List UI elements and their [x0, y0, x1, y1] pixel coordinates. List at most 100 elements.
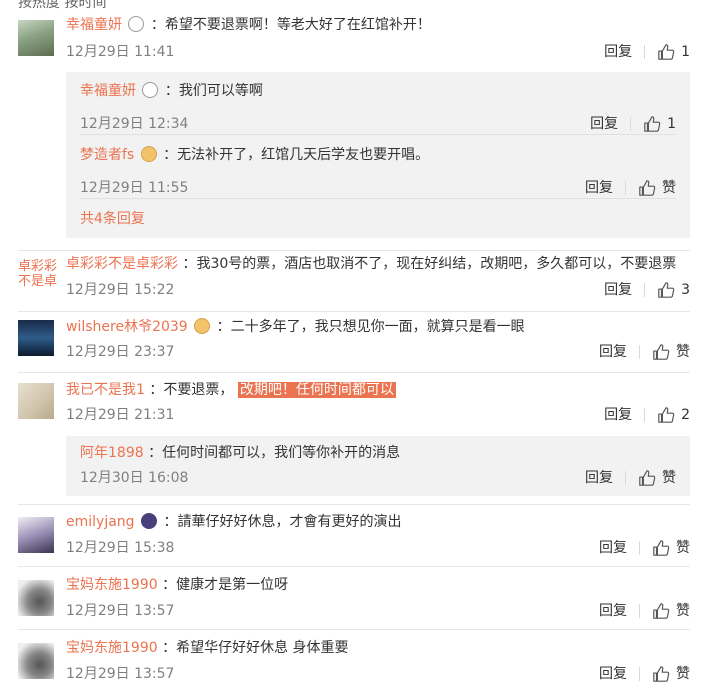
reply-button[interactable]: 回复 — [604, 405, 632, 425]
like-button[interactable]: 赞 — [652, 342, 690, 362]
divider — [644, 45, 646, 59]
medal-badge-icon — [140, 146, 157, 162]
comment-text: ：二十多年了，我只想见你一面，就算只是看一眼 — [216, 319, 525, 335]
reply-text: ：任何时间都可以，我们等你补开的消息 — [148, 445, 401, 461]
like-label: 赞 — [676, 344, 690, 360]
like-count: 1 — [681, 44, 690, 60]
divider — [625, 181, 626, 195]
reply-button[interactable]: 回复 — [599, 664, 627, 684]
thumbs-up-icon — [652, 539, 670, 557]
like-button[interactable]: 赞 — [638, 468, 676, 488]
thumbs-up-icon — [657, 43, 675, 61]
reply-divider — [80, 198, 676, 199]
comment-divider — [18, 250, 690, 251]
comment-text: ：不要退票， — [149, 382, 234, 398]
avatar[interactable] — [18, 643, 54, 679]
reply-author[interactable]: 幸福童妍 — [80, 83, 136, 99]
avatar[interactable] — [18, 383, 54, 419]
reply-button[interactable]: 回复 — [604, 42, 632, 62]
reply-button[interactable]: 回复 — [599, 601, 627, 621]
like-button[interactable]: 赞 — [652, 664, 690, 684]
reply-time: 12月29日 12:34 — [80, 116, 189, 132]
like-button[interactable]: 赞 — [652, 601, 690, 621]
avatar[interactable] — [18, 320, 54, 356]
like-label: 赞 — [676, 666, 690, 682]
comment-divider — [18, 629, 690, 630]
highlighted-text: 改期吧！任何时间都可以 — [237, 382, 396, 398]
comment-author[interactable]: 我已不是我1 — [66, 382, 145, 398]
night-badge-icon — [141, 513, 157, 529]
comment-divider — [18, 311, 690, 312]
divider — [639, 667, 640, 681]
comment-author[interactable]: wilshere林爷2039 — [66, 319, 188, 335]
broken-avatar[interactable]: 卓彩彩不是卓 — [18, 259, 58, 299]
like-count: 1 — [667, 116, 676, 132]
like-button[interactable]: 赞 — [638, 178, 676, 198]
sort-tabs-cut[interactable]: 按热度 按时间 — [18, 0, 106, 12]
comment-author[interactable]: 宝妈东施1990 — [66, 577, 158, 593]
comment-divider — [18, 372, 690, 373]
comment-time: 12月29日 13:57 — [66, 603, 175, 619]
reply-button[interactable]: 回复 — [599, 342, 627, 362]
reply-button[interactable]: 回复 — [599, 538, 627, 558]
like-label: 赞 — [662, 180, 676, 196]
avatar[interactable] — [18, 580, 54, 616]
comment-time: 12月29日 23:37 — [66, 344, 175, 360]
divider — [639, 604, 640, 618]
thumbs-up-icon — [657, 281, 675, 299]
comment-time: 12月29日 13:57 — [66, 666, 175, 682]
reply-list: 幸福童妍 ：我们可以等啊 12月29日 12:34 回复 1 梦造者fs ：无法… — [66, 72, 690, 238]
comment-time: 12月29日 21:31 — [66, 407, 175, 423]
reply-time: 12月30日 16:08 — [80, 470, 189, 486]
like-label: 赞 — [676, 603, 690, 619]
comment-author[interactable]: 幸福童妍 — [66, 17, 122, 33]
thumbs-up-icon — [652, 602, 670, 620]
reply-time: 12月29日 11:55 — [80, 180, 189, 196]
panda-badge-icon — [142, 82, 159, 98]
divider — [644, 408, 646, 422]
divider — [639, 541, 640, 555]
like-count: 3 — [681, 282, 690, 298]
comment-divider — [18, 504, 690, 505]
comment-time: 12月29日 15:38 — [66, 540, 175, 556]
medal-badge-icon — [194, 318, 211, 334]
thumbs-up-icon — [652, 665, 670, 683]
thumbs-up-icon — [657, 406, 675, 424]
comment-text: ：希望不要退票啊！等老大好了在红馆补开！ — [150, 17, 431, 33]
divider — [625, 471, 626, 485]
reply-button[interactable]: 回复 — [585, 468, 613, 488]
comment-author[interactable]: emilyjang — [66, 514, 135, 530]
comment-time: 12月29日 11:41 — [66, 44, 175, 60]
comment-time: 12月29日 15:22 — [66, 282, 175, 298]
like-label: 赞 — [676, 540, 690, 556]
reply-button[interactable]: 回复 — [585, 178, 613, 198]
reply-text: ：无法补开了，红馆几天后学友也要开唱。 — [163, 147, 430, 163]
reply-button[interactable]: 回复 — [590, 114, 618, 134]
like-button[interactable]: 1 — [657, 42, 690, 62]
like-count: 2 — [681, 407, 690, 423]
like-button[interactable]: 2 — [657, 405, 690, 425]
like-button[interactable]: 3 — [657, 280, 690, 300]
like-label: 赞 — [662, 470, 676, 486]
comment-divider — [18, 566, 690, 567]
comment-author[interactable]: 宝妈东施1990 — [66, 640, 158, 656]
comment-text: ：希望华仔好好休息 身体重要 — [162, 640, 349, 656]
reply-author[interactable]: 阿年1898 — [80, 445, 144, 461]
divider — [630, 117, 632, 131]
avatar[interactable] — [18, 20, 54, 56]
reply-divider — [80, 134, 676, 135]
like-button[interactable]: 1 — [643, 114, 676, 134]
avatar[interactable] — [18, 517, 54, 553]
thumbs-up-icon — [643, 115, 661, 133]
like-button[interactable]: 赞 — [652, 538, 690, 558]
comment-text: ：健康才是第一位呀 — [162, 577, 289, 593]
more-replies-link[interactable]: 共4条回复 — [80, 208, 145, 228]
reply-list: 阿年1898 ：任何时间都可以，我们等你补开的消息 12月30日 16:08 回… — [66, 436, 690, 496]
reply-button[interactable]: 回复 — [604, 280, 632, 300]
comment-author[interactable]: 卓彩彩不是卓彩彩 — [66, 256, 178, 272]
thumbs-up-icon — [638, 469, 656, 487]
reply-author[interactable]: 梦造者fs — [80, 147, 134, 163]
comment-text: ：請華仔好好休息，才會有更好的演出 — [163, 514, 402, 530]
thumbs-up-icon — [638, 179, 656, 197]
comment-text: ：我30号的票，酒店也取消不了，现在好纠结，改期吧，多久都可以，不要退票 — [182, 256, 677, 272]
